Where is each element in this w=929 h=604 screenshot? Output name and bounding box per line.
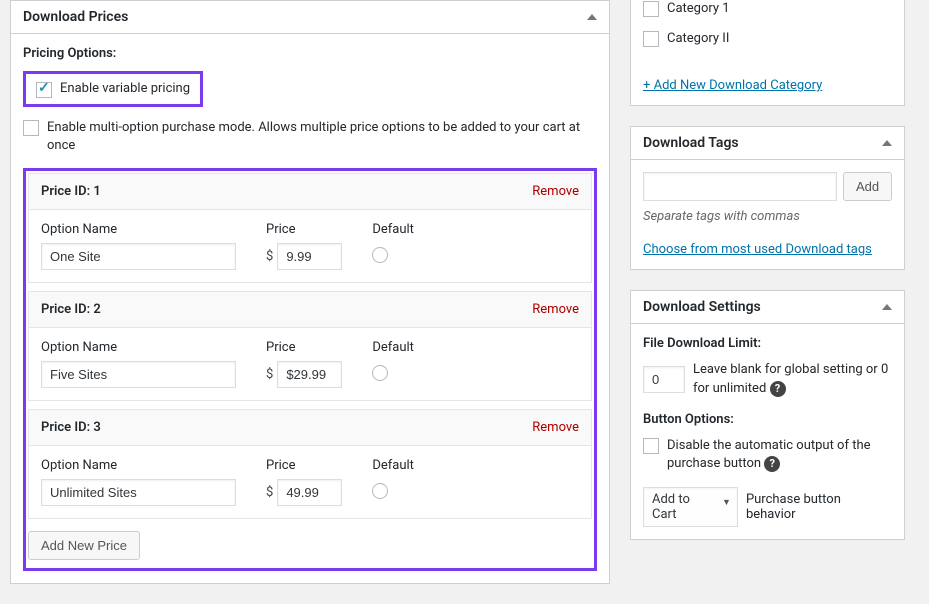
download-settings-title: Download Settings xyxy=(643,299,761,315)
currency-symbol: $ xyxy=(266,249,273,264)
option-name-input[interactable] xyxy=(41,361,236,388)
file-download-limit-hint: Leave blank for global setting or 0 for … xyxy=(693,362,888,395)
default-radio[interactable] xyxy=(372,483,388,499)
category-item: Category II xyxy=(643,30,892,48)
option-name-input[interactable] xyxy=(41,243,236,270)
multi-option-row: Enable multi-option purchase mode. Allow… xyxy=(23,119,597,155)
category-label: Category II xyxy=(667,30,729,48)
panel-toggle-icon[interactable] xyxy=(882,140,892,146)
enable-variable-pricing-label: Enable variable pricing xyxy=(60,80,190,98)
price-row: Price ID: 2 Remove Option Name Price xyxy=(28,291,592,401)
remove-price-link[interactable]: Remove xyxy=(532,184,579,199)
price-row: Price ID: 3 Remove Option Name Price xyxy=(28,409,592,519)
choose-tags-link[interactable]: Choose from most used Download tags xyxy=(643,242,872,257)
file-download-limit-label: File Download Limit: xyxy=(643,336,892,351)
category-label: Category 1 xyxy=(667,0,730,18)
option-name-label: Option Name xyxy=(41,340,236,355)
add-new-price-button[interactable]: Add New Price xyxy=(28,531,140,560)
default-radio[interactable] xyxy=(372,247,388,263)
default-radio[interactable] xyxy=(372,365,388,381)
variable-pricing-table: Price ID: 1 Remove Option Name Price xyxy=(23,168,597,571)
price-label: Price xyxy=(266,222,342,237)
disable-purchase-button-checkbox[interactable] xyxy=(643,438,659,454)
category-item: Category 1 xyxy=(643,0,892,18)
price-id-label: Price ID: 2 xyxy=(41,302,101,317)
button-options-label: Button Options: xyxy=(643,412,892,427)
currency-symbol: $ xyxy=(266,367,273,382)
price-label: Price xyxy=(266,340,342,355)
help-icon[interactable]: ? xyxy=(770,381,786,397)
category-checkbox[interactable] xyxy=(643,31,659,47)
price-input[interactable] xyxy=(277,243,342,270)
download-prices-box: Download Prices Pricing Options: Enable … xyxy=(10,0,610,584)
download-prices-title: Download Prices xyxy=(23,9,128,25)
file-download-limit-input[interactable] xyxy=(643,366,685,393)
purchase-behavior-label: Purchase button behavior xyxy=(746,492,892,522)
currency-symbol: $ xyxy=(266,485,273,500)
purchase-behavior-selected: Add to Cart xyxy=(652,492,690,522)
remove-price-link[interactable]: Remove xyxy=(532,302,579,317)
pricing-options-label: Pricing Options: xyxy=(23,46,597,61)
panel-toggle-icon[interactable] xyxy=(882,304,892,310)
price-id-label: Price ID: 1 xyxy=(41,184,101,199)
category-checkbox[interactable] xyxy=(643,1,659,17)
price-label: Price xyxy=(266,458,342,473)
add-tag-button[interactable]: Add xyxy=(843,172,892,201)
help-icon[interactable]: ? xyxy=(764,456,780,472)
download-settings-box: Download Settings File Download Limit: L… xyxy=(630,290,905,540)
remove-price-link[interactable]: Remove xyxy=(532,420,579,435)
download-categories-box: Category 1 Category II + Add New Downloa… xyxy=(630,0,905,106)
variable-pricing-highlight: Enable variable pricing xyxy=(23,71,203,107)
chevron-down-icon: ▼ xyxy=(722,497,731,508)
enable-multi-option-checkbox[interactable] xyxy=(23,120,39,136)
option-name-label: Option Name xyxy=(41,222,236,237)
download-tags-box: Download Tags Add Separate tags with com… xyxy=(630,126,905,270)
panel-toggle-icon[interactable] xyxy=(587,14,597,20)
purchase-behavior-select[interactable]: Add to Cart ▼ xyxy=(643,487,738,527)
default-label: Default xyxy=(372,340,414,355)
enable-multi-option-label: Enable multi-option purchase mode. Allow… xyxy=(47,119,597,155)
default-label: Default xyxy=(372,222,414,237)
price-input[interactable] xyxy=(277,361,342,388)
download-prices-header: Download Prices xyxy=(11,1,609,34)
default-label: Default xyxy=(372,458,414,473)
option-name-input[interactable] xyxy=(41,479,236,506)
tags-input[interactable] xyxy=(643,172,837,201)
enable-variable-pricing-checkbox[interactable] xyxy=(36,82,52,98)
option-name-label: Option Name xyxy=(41,458,236,473)
price-input[interactable] xyxy=(277,479,342,506)
add-new-category-link[interactable]: + Add New Download Category xyxy=(643,78,822,93)
price-id-label: Price ID: 3 xyxy=(41,420,101,435)
download-tags-title: Download Tags xyxy=(643,135,739,151)
price-row: Price ID: 1 Remove Option Name Price xyxy=(28,173,592,283)
tags-hint: Separate tags with commas xyxy=(631,209,904,236)
